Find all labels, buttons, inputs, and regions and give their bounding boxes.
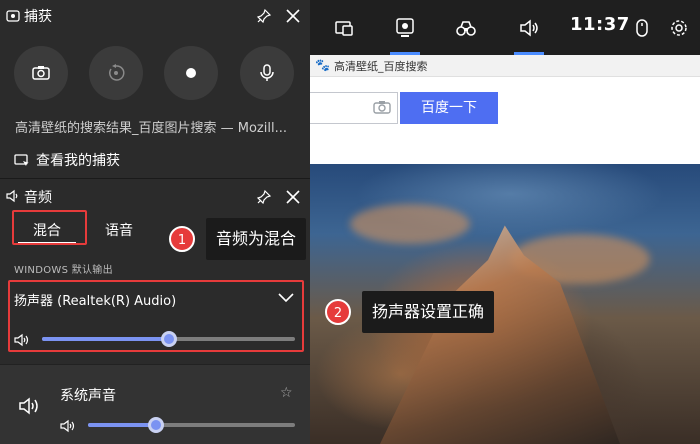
view-captures-link[interactable]: 查看我的捕获: [14, 150, 120, 170]
screenshot-icon: [32, 66, 50, 80]
annotation-badge-1: 1: [169, 226, 195, 252]
system-volume-thumb[interactable]: [148, 417, 164, 433]
capture-panel-title: 捕获: [24, 9, 52, 25]
microphone-button[interactable]: [240, 46, 294, 100]
record-button[interactable]: [164, 46, 218, 100]
gallery-icon: [14, 154, 29, 166]
close-icon[interactable]: [284, 7, 302, 25]
highlight-mix-tab: [12, 210, 87, 245]
favorite-star-icon[interactable]: ☆: [280, 385, 293, 401]
audio-tab-indicator: [514, 52, 544, 55]
audio-icon[interactable]: [517, 17, 541, 39]
browser-tab-title: 高清壁纸_百度搜索: [334, 60, 428, 73]
widget-icon[interactable]: [332, 17, 356, 39]
game-bar: 11:37: [310, 0, 700, 55]
search-input[interactable]: [310, 92, 398, 124]
pin-icon[interactable]: [256, 8, 272, 24]
browser-tab[interactable]: 🐾 高清壁纸_百度搜索: [310, 55, 700, 77]
background-browser-window: 🐾 高清壁纸_百度搜索 百度一下: [310, 0, 700, 444]
record-last-button[interactable]: [89, 46, 143, 100]
clock: 11:37: [570, 14, 630, 35]
camera-icon[interactable]: [373, 100, 391, 114]
settings-icon[interactable]: [667, 17, 691, 39]
audio-panel-title: 音频: [24, 190, 52, 206]
screenshot-button[interactable]: [14, 46, 68, 100]
capturing-window-title: 高清壁纸的搜索结果_百度图片搜索 — Mozill...: [15, 121, 287, 136]
view-captures-label: 查看我的捕获: [36, 153, 120, 169]
default-output-label: WINDOWS 默认输出: [14, 265, 113, 276]
mouse-icon[interactable]: [630, 17, 654, 39]
capture-icon[interactable]: [393, 17, 417, 39]
system-sounds-label: 系统声音: [60, 388, 116, 404]
system-volume-fill: [88, 423, 156, 427]
record-last-icon: [109, 64, 125, 81]
capture-header-icon: [6, 10, 20, 22]
microphone-icon: [260, 64, 274, 81]
system-sounds-icon: [19, 397, 38, 415]
search-area: 百度一下: [310, 78, 700, 164]
capture-tab-indicator: [390, 52, 420, 55]
close-icon[interactable]: [284, 188, 302, 206]
annotation-callout-1: 音频为混合: [206, 218, 307, 260]
mixer-row-system-sounds: 系统声音 ☆: [0, 364, 310, 444]
tab-voice[interactable]: 语音: [90, 217, 148, 245]
speaker-header-icon: [6, 189, 18, 203]
annotation-badge-2: 2: [325, 299, 351, 325]
annotation-callout-2: 扬声器设置正确: [362, 291, 495, 333]
search-button[interactable]: 百度一下: [400, 92, 498, 124]
record-icon: [186, 68, 196, 78]
performance-icon[interactable]: [454, 17, 478, 39]
cloud: [350, 204, 470, 244]
baidu-paw-icon: 🐾: [315, 58, 330, 72]
pin-icon[interactable]: [256, 189, 272, 205]
volume-icon: [60, 419, 75, 433]
capture-panel-header: 捕获: [0, 0, 310, 32]
highlight-output-device: [8, 280, 304, 352]
capture-panel: 捕获 高清壁纸的搜索结果_百度图片搜索 — Mozill... 查看我的捕获: [0, 0, 310, 178]
